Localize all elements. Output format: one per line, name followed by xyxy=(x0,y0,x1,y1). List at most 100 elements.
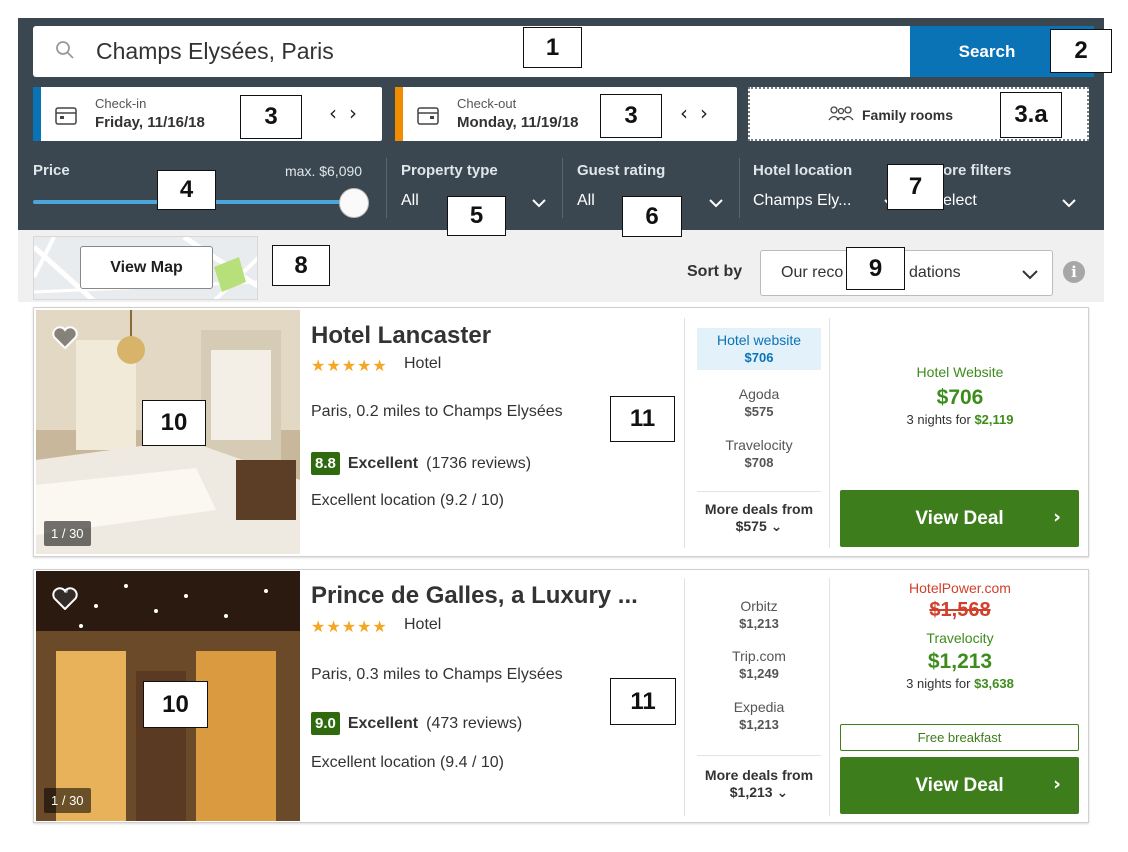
best-deal-site: Hotel Website xyxy=(916,364,1004,380)
more-filters-value: elect xyxy=(943,192,977,209)
free-breakfast-badge: Free breakfast xyxy=(840,724,1079,751)
deal-price: $1,213 xyxy=(739,717,779,732)
checkout-date-field[interactable]: Check-out Monday, 11/19/18 ‹› xyxy=(395,87,737,141)
deal-price: $708 xyxy=(744,455,774,470)
more-deals-price: $575 xyxy=(735,518,767,534)
sort-dropdown[interactable]: Our reco dations xyxy=(760,250,1053,296)
chevron-down-icon: ⌄ xyxy=(770,519,783,535)
column-divider xyxy=(829,578,830,816)
deal-site: Agoda xyxy=(738,386,780,402)
callout-3: 3 xyxy=(240,95,302,139)
more-deals-link[interactable]: More deals from $1,213 ⌄ xyxy=(692,767,826,802)
location-score: Excellent location (9.2 / 10) xyxy=(311,492,504,509)
callout-5: 5 xyxy=(447,196,506,236)
view-deal-button[interactable]: View Deal › xyxy=(840,757,1079,814)
deal-price: $706 xyxy=(744,350,774,365)
search-icon xyxy=(55,40,75,65)
deal-option[interactable]: Trip.com $1,249 xyxy=(697,648,821,682)
callout-3a: 3.a xyxy=(1000,92,1062,138)
more-filters-dropdown[interactable]: ore filters elect xyxy=(920,155,1090,221)
score-badge: 8.8 xyxy=(311,452,340,475)
search-input[interactable]: Champs Elysées, Paris xyxy=(33,26,910,77)
location-score: Excellent location (9.4 / 10) xyxy=(311,754,504,771)
strike-deal-price: $1,568 xyxy=(929,599,991,621)
chevron-down-icon xyxy=(709,195,723,213)
deal-price: $575 xyxy=(744,404,774,419)
deal-site: Orbitz xyxy=(740,598,778,614)
column-divider xyxy=(684,318,685,548)
checkin-prev-next-arrows[interactable]: ‹› xyxy=(329,101,369,125)
hotel-type: Hotel xyxy=(404,355,442,372)
guest-rating-value: All xyxy=(577,192,595,209)
price-slider-handle[interactable] xyxy=(339,188,369,218)
deal-option[interactable]: Agoda $575 xyxy=(697,386,821,420)
hotel-location-text: Paris, 0.2 miles to Champs Elysées xyxy=(311,403,563,420)
family-icon xyxy=(828,105,854,124)
family-rooms-label: Family rooms xyxy=(862,106,954,123)
checkin-accent-stripe xyxy=(33,87,41,141)
view-map-button[interactable]: View Map xyxy=(80,246,213,289)
callout-3: 3 xyxy=(600,94,662,138)
score-word: Excellent xyxy=(347,454,419,472)
info-icon[interactable]: i xyxy=(1063,261,1085,283)
calendar-icon xyxy=(417,105,439,130)
hotel-location-label: Hotel location xyxy=(753,162,853,179)
review-count: (473 reviews) xyxy=(426,714,523,732)
view-deal-label: View Deal xyxy=(915,507,1004,529)
more-filters-label: ore filters xyxy=(943,162,1012,179)
deal-site: Travelocity xyxy=(725,437,793,453)
view-deal-label: View Deal xyxy=(915,774,1004,796)
checkin-date-field[interactable]: Check-in Friday, 11/16/18 ‹› xyxy=(33,87,382,141)
callout-2: 2 xyxy=(1050,29,1112,73)
deals-divider xyxy=(697,491,821,492)
more-deals-link[interactable]: More deals from $575 ⌄ xyxy=(692,501,826,536)
callout-6: 6 xyxy=(622,196,682,237)
callout-9: 9 xyxy=(846,247,905,290)
more-deals-label: More deals from xyxy=(704,767,814,783)
checkin-value: Friday, 11/16/18 xyxy=(95,114,205,131)
deal-site: Hotel website xyxy=(716,332,802,348)
best-deal-price: $1,213 xyxy=(927,650,993,673)
score-badge: 9.0 xyxy=(311,712,340,735)
best-deal-site: Travelocity xyxy=(926,630,994,646)
hotel-type: Hotel xyxy=(404,616,442,633)
star-rating: ★★★★★ xyxy=(311,617,388,636)
nights-total: $2,119 xyxy=(974,412,1014,427)
review-rating[interactable]: 8.8 Excellent (1736 reviews) xyxy=(311,452,531,475)
callout-11: 11 xyxy=(610,396,675,442)
chevron-down-icon xyxy=(532,195,546,213)
sort-by-label: Sort by xyxy=(687,263,743,280)
review-rating[interactable]: 9.0 Excellent (473 reviews) xyxy=(311,712,522,735)
deal-site: Expedia xyxy=(733,699,785,715)
property-type-label: Property type xyxy=(401,162,498,179)
score-word: Excellent xyxy=(347,714,419,732)
callout-10: 10 xyxy=(143,681,208,728)
photo-counter: 1 / 30 xyxy=(44,788,91,813)
chevron-right-icon: › xyxy=(1053,506,1061,528)
view-deal-button[interactable]: View Deal › xyxy=(840,490,1079,547)
chevron-down-icon xyxy=(1062,195,1076,213)
hotel-location-dropdown[interactable]: Hotel location Champs Ely... xyxy=(740,155,900,221)
chevron-right-icon: › xyxy=(1053,773,1061,795)
photo-counter: 1 / 30 xyxy=(44,521,91,546)
deal-option[interactable]: Travelocity $708 xyxy=(697,437,821,471)
star-rating: ★★★★★ xyxy=(311,356,388,375)
callout-10: 10 xyxy=(142,400,206,446)
hotel-name[interactable]: Hotel Lancaster xyxy=(311,322,491,350)
property-type-value: All xyxy=(401,192,419,209)
heart-icon[interactable] xyxy=(52,326,78,354)
nights-text: 3 nights for xyxy=(906,412,971,427)
price-max-label: max. $6,090 xyxy=(285,163,363,179)
hotel-location-text: Paris, 0.3 miles to Champs Elysées xyxy=(311,666,563,683)
deal-option[interactable]: Orbitz $1,213 xyxy=(697,598,821,632)
deal-price: $1,249 xyxy=(739,666,779,681)
deal-price: $1,213 xyxy=(739,616,779,631)
deal-site: Trip.com xyxy=(732,648,786,664)
heart-icon[interactable] xyxy=(52,587,78,615)
hotel-name[interactable]: Prince de Galles, a Luxury ... xyxy=(311,582,638,610)
nights-text: 3 nights for xyxy=(906,676,971,691)
checkout-prev-next-arrows[interactable]: ‹› xyxy=(680,101,720,125)
deal-option[interactable]: Hotel website $706 xyxy=(697,328,821,370)
deal-option[interactable]: Expedia $1,213 xyxy=(697,699,821,733)
nights-total: $3,638 xyxy=(974,676,1014,691)
